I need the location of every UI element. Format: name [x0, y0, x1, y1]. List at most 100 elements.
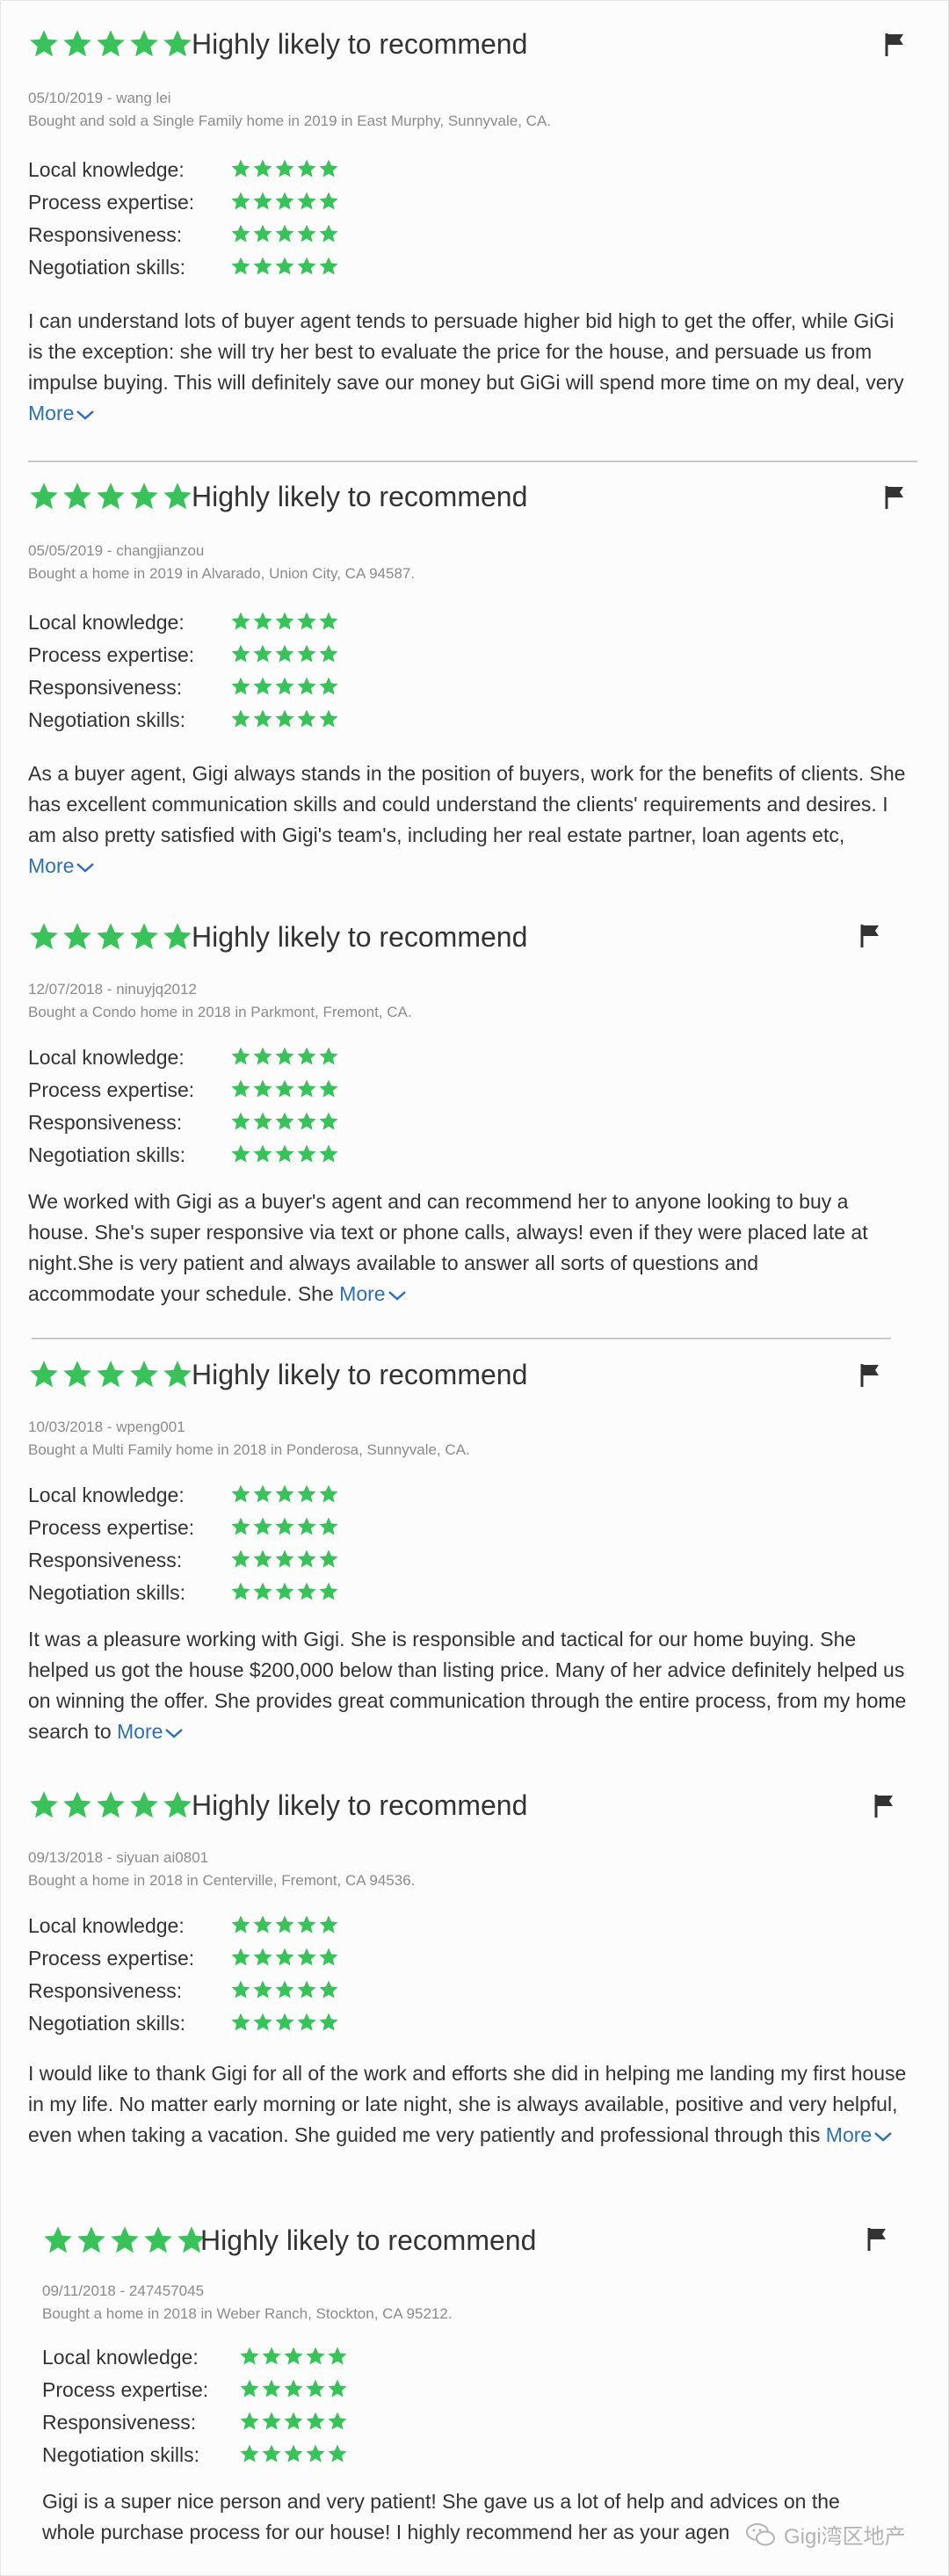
- star-icon: [231, 1980, 250, 1999]
- star-icon: [297, 1079, 316, 1098]
- flag-icon[interactable]: [884, 484, 907, 511]
- review-divider: [28, 461, 917, 462]
- star-icon: [253, 644, 272, 663]
- star-icon: [163, 30, 192, 57]
- star-icon: [297, 1517, 316, 1535]
- star-icon: [297, 1549, 316, 1568]
- rating-stars: [230, 1111, 339, 1132]
- star-icon: [231, 1144, 250, 1163]
- star-icon: [231, 1517, 250, 1535]
- rating-label: Negotiation skills:: [42, 2443, 199, 2466]
- star-icon: [231, 1112, 250, 1130]
- star-icon: [319, 1980, 338, 1999]
- star-icon: [30, 483, 58, 510]
- star-icon: [130, 30, 158, 57]
- star-icon: [297, 192, 316, 210]
- star-icon: [297, 1915, 316, 1934]
- review-text: Gigi is a super nice person and very pat…: [42, 2490, 840, 2543]
- star-icon: [253, 1582, 272, 1600]
- rating-stars: [239, 2346, 348, 2367]
- star-icon: [231, 224, 250, 243]
- review-headline: Highly likely to recommend: [200, 2224, 537, 2256]
- review-headline: Highly likely to recommend: [192, 1359, 528, 1390]
- star-icon: [231, 1948, 250, 1966]
- more-link[interactable]: More: [28, 402, 95, 424]
- star-icon: [231, 612, 250, 630]
- star-icon: [262, 2379, 281, 2398]
- review-date-author: 05/10/2019 - wang lei: [28, 90, 171, 106]
- star-icon: [30, 1361, 58, 1388]
- rating-label: Process expertise:: [28, 191, 195, 214]
- flag-icon[interactable]: [873, 1793, 896, 1819]
- flag-icon[interactable]: [884, 32, 907, 58]
- rating-stars: [230, 643, 339, 664]
- star-icon: [253, 677, 272, 695]
- rating-label: Negotiation skills:: [28, 1581, 185, 1604]
- star-icon: [97, 923, 125, 950]
- watermark: Gigi湾区地产: [745, 2519, 906, 2550]
- star-icon: [297, 644, 316, 663]
- review-transaction: Bought a Condo home in 2018 in Parkmont,…: [28, 1004, 412, 1020]
- star-icon: [328, 2379, 347, 2398]
- star-icon: [275, 1549, 294, 1568]
- flag-icon[interactable]: [859, 1362, 882, 1389]
- rating-label: Responsiveness:: [28, 1111, 183, 1134]
- star-icon: [297, 1484, 316, 1503]
- star-icon: [63, 923, 91, 950]
- star-icon: [253, 1484, 272, 1503]
- rating-label: Negotiation skills:: [28, 2012, 185, 2035]
- more-link[interactable]: More: [28, 854, 95, 877]
- flag-icon[interactable]: [866, 2226, 889, 2253]
- star-icon: [275, 257, 294, 275]
- star-icon: [253, 1047, 272, 1065]
- review-headline: Highly likely to recommend: [192, 28, 528, 60]
- star-icon: [97, 483, 125, 510]
- more-link[interactable]: More: [826, 2123, 893, 2146]
- rating-label: Local knowledge:: [42, 2346, 199, 2369]
- star-icon: [30, 1791, 58, 1818]
- star-icon: [319, 612, 338, 630]
- star-icon: [253, 1144, 272, 1163]
- star-icon: [284, 2347, 303, 2365]
- star-icon: [297, 612, 316, 630]
- review-text-block: I would like to thank Gigi for all of th…: [28, 2058, 907, 2151]
- star-icon: [275, 709, 294, 728]
- star-icon: [231, 1484, 250, 1503]
- star-icon: [275, 1517, 294, 1535]
- rating-label: Process expertise:: [28, 643, 195, 666]
- star-icon: [253, 1549, 272, 1568]
- more-link[interactable]: More: [339, 1282, 406, 1305]
- star-icon: [240, 2379, 259, 2398]
- star-icon: [63, 1361, 91, 1388]
- star-icon: [240, 2347, 259, 2365]
- star-icon: [284, 2444, 303, 2463]
- more-link[interactable]: More: [117, 1720, 184, 1743]
- more-label: More: [339, 1282, 386, 1305]
- star-icon: [275, 1980, 294, 1999]
- rating-stars: [230, 1516, 339, 1537]
- rating-stars: [239, 2411, 348, 2432]
- review-text: As a buyer agent, Gigi always stands in …: [28, 762, 906, 846]
- star-icon: [275, 159, 294, 178]
- star-icon: [231, 1915, 250, 1934]
- star-icon: [63, 30, 91, 57]
- rating-stars: [230, 2012, 339, 2033]
- star-icon: [231, 192, 250, 210]
- star-icon: [319, 192, 338, 210]
- rating-stars: [239, 2378, 348, 2399]
- chevron-down-icon: [76, 862, 95, 873]
- star-icon: [253, 1915, 272, 1934]
- review-text: I would like to thank Gigi for all of th…: [28, 2062, 907, 2146]
- flag-icon[interactable]: [859, 923, 882, 949]
- review-text: We worked with Gigi as a buyer's agent a…: [28, 1190, 868, 1305]
- rating-label: Process expertise:: [28, 1947, 195, 1970]
- star-icon: [275, 1915, 294, 1934]
- review-headline: Highly likely to recommend: [192, 921, 528, 953]
- star-icon: [253, 159, 272, 178]
- star-icon: [297, 1047, 316, 1065]
- rating-stars: [230, 1947, 339, 1968]
- star-icon: [253, 1517, 272, 1535]
- star-icon: [30, 923, 58, 950]
- watermark-text: Gigi湾区地产: [784, 2525, 906, 2549]
- star-icon: [262, 2444, 281, 2463]
